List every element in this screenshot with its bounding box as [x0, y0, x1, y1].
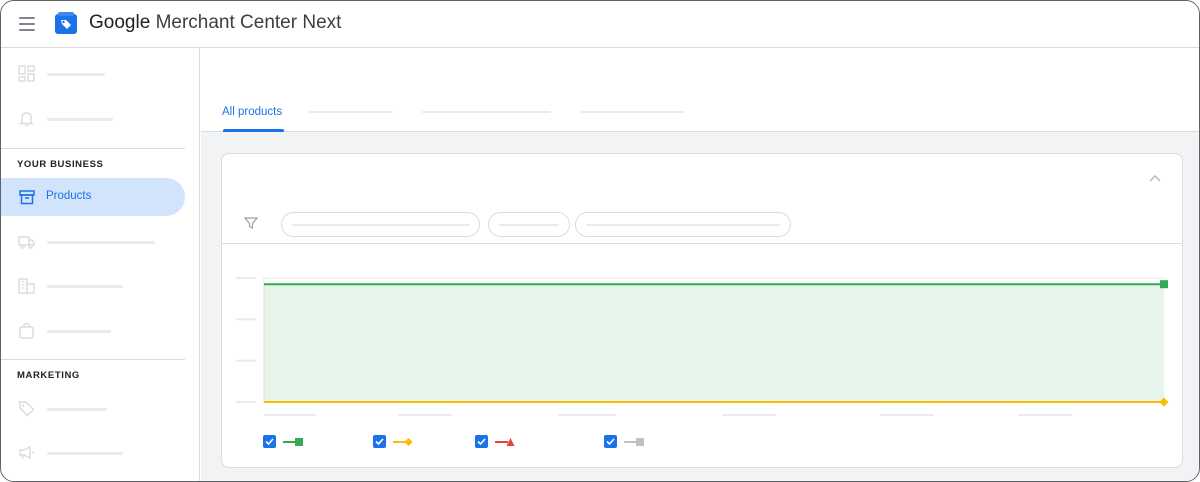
- sidebar-item-overview[interactable]: [1, 54, 200, 92]
- hamburger-menu-icon[interactable]: [19, 15, 35, 33]
- app-title-product: Merchant Center Next: [155, 12, 342, 33]
- placeholder-bar: [47, 241, 155, 244]
- filter-chip[interactable]: [281, 212, 480, 237]
- y-tick-label: [236, 318, 256, 321]
- legend-item[interactable]: [475, 434, 525, 450]
- merchant-center-logo-icon: [55, 12, 77, 34]
- truck-icon: [18, 236, 35, 249]
- bell-icon: [18, 112, 35, 127]
- sidebar-item-notifications[interactable]: [1, 99, 200, 137]
- legend-checkbox[interactable]: [475, 435, 488, 448]
- placeholder-bar: [292, 224, 470, 226]
- dashboard-icon: [18, 65, 35, 82]
- placeholder-bar: [47, 118, 113, 121]
- x-tick-label: [558, 414, 616, 416]
- filter-chip[interactable]: [488, 212, 570, 237]
- placeholder-bar: [47, 285, 123, 288]
- placeholder-bar: [499, 224, 559, 226]
- building-icon: [18, 278, 35, 294]
- checkmark-icon: [477, 438, 486, 446]
- legend-item[interactable]: [604, 434, 654, 450]
- placeholder-bar: [47, 330, 111, 333]
- legend-item[interactable]: [373, 434, 423, 450]
- section-label-your-business: YOUR BUSINESS: [17, 159, 104, 170]
- top-bar: Google Merchant Center Next: [1, 1, 1199, 48]
- app-window: Google Merchant Center Next YOUR BUSINES…: [0, 0, 1200, 482]
- tab-active-indicator: [223, 129, 284, 132]
- placeholder-bar: [47, 73, 105, 76]
- legend-checkbox[interactable]: [373, 435, 386, 448]
- sidebar-item-business-info[interactable]: [1, 266, 200, 304]
- checkmark-icon: [375, 438, 384, 446]
- series-end-marker: [1160, 280, 1168, 289]
- section-label-marketing: MARKETING: [17, 370, 80, 381]
- x-tick-label: [264, 414, 316, 416]
- legend-swatch-icon: [624, 438, 644, 446]
- sidebar-item-promotions[interactable]: [1, 389, 200, 427]
- y-tick-label: [236, 401, 256, 403]
- product-status-chart: [236, 277, 1169, 416]
- tab-bar: All products: [201, 48, 1199, 132]
- checkmark-icon: [606, 438, 615, 446]
- legend-item[interactable]: [263, 434, 313, 450]
- shopping-bag-icon: [19, 322, 34, 339]
- legend-checkbox[interactable]: [263, 435, 276, 448]
- sidebar-divider: [1, 359, 185, 360]
- legend-swatch-icon: [495, 438, 515, 446]
- chevron-up-icon[interactable]: [1147, 172, 1163, 184]
- sidebar: YOUR BUSINESS Products MARKETING: [1, 48, 200, 481]
- archive-box-icon: [19, 190, 35, 205]
- placeholder-bar: [47, 452, 123, 455]
- tab-placeholder[interactable]: [422, 111, 551, 113]
- placeholder-bar: [586, 224, 780, 226]
- sidebar-item-products[interactable]: Products: [1, 178, 185, 216]
- megaphone-icon: [19, 445, 34, 460]
- products-overview-card: [221, 153, 1183, 468]
- filter-icon[interactable]: [244, 216, 258, 230]
- x-tick-label: [880, 414, 934, 416]
- x-tick-label: [722, 414, 776, 416]
- main-content: All products: [201, 48, 1199, 481]
- sidebar-item-shipping[interactable]: [1, 222, 200, 260]
- chart-legend: [222, 432, 1182, 452]
- legend-checkbox[interactable]: [604, 435, 617, 448]
- y-tick-label: [236, 277, 256, 279]
- card-divider: [222, 243, 1182, 244]
- x-tick-label: [1018, 414, 1072, 416]
- legend-swatch-icon: [283, 438, 303, 446]
- tag-icon: [18, 401, 35, 417]
- sidebar-divider: [1, 148, 185, 149]
- app-title: Google Merchant Center Next: [89, 12, 341, 34]
- checkmark-icon: [265, 438, 274, 446]
- series-area: [264, 284, 1164, 402]
- y-tick-label: [236, 359, 256, 362]
- sidebar-item-label: Products: [46, 190, 92, 202]
- sidebar-item-store[interactable]: [1, 311, 200, 349]
- filter-chip[interactable]: [575, 212, 791, 237]
- placeholder-bar: [47, 408, 107, 411]
- app-title-brand: Google: [89, 12, 151, 33]
- tab-placeholder[interactable]: [309, 111, 393, 113]
- sidebar-item-campaigns[interactable]: [1, 433, 200, 471]
- legend-swatch-icon: [393, 438, 413, 446]
- x-tick-label: [398, 414, 452, 416]
- tab-placeholder[interactable]: [581, 111, 685, 113]
- tab-all-products[interactable]: All products: [222, 106, 282, 118]
